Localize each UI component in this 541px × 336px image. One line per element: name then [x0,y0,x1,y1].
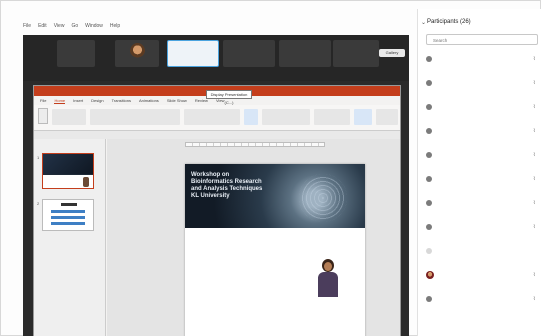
paste-icon[interactable] [38,108,48,124]
mic-icon[interactable]: ⌇ [533,56,535,62]
mic-icon[interactable]: ⌇ [533,80,535,86]
mic-icon[interactable]: ⌇ [533,272,535,278]
mic-icon[interactable]: ⌇ [533,104,535,110]
photo-body [318,272,338,297]
mic-icon[interactable]: ⌇ [533,200,535,206]
slide-thumbnail-1[interactable] [42,153,94,189]
font-group[interactable] [90,109,180,125]
thumbnail-bar [51,216,85,219]
avatar [426,248,432,254]
participant-row[interactable]: ⌇ [418,77,541,91]
tooltip: Display Presentation (C...) [206,90,252,105]
photo-face [324,262,332,271]
video-tile[interactable] [115,40,159,67]
participant-row[interactable]: ⌇ [418,149,541,163]
tab-insert[interactable]: Insert [73,98,83,103]
participant-row[interactable]: ⌇ [418,221,541,235]
tab-design[interactable]: Design [91,98,103,103]
participant-row[interactable]: ⌇ [418,197,541,211]
thumbnail-photo [83,177,89,187]
tab-file[interactable]: File [40,98,46,103]
convert-smartart-icon[interactable] [244,109,258,125]
search-box[interactable] [426,34,538,45]
avatar [426,176,432,182]
meeting-area: Gallery Display Presentation (C...) File… [23,35,409,336]
thumbnail-bar [51,210,85,213]
paragraph-group[interactable] [184,109,240,125]
search-input[interactable] [433,36,529,44]
slide-title: Workshop on Bioinformatics Research and … [191,172,263,199]
avatar [426,128,432,134]
tab-slide-show[interactable]: Slide Show [167,98,187,103]
participants-title: Participants (26) [427,19,471,25]
mic-icon[interactable]: ⌇ [533,296,535,302]
thumbnail-bar [51,222,85,225]
dictate-icon[interactable] [354,109,372,125]
participant-row[interactable]: ⌇ [418,101,541,115]
tab-home[interactable]: Home [54,98,66,104]
horizontal-ruler [185,142,325,147]
slides-group[interactable] [52,109,86,125]
slide-canvas: Workshop on Bioinformatics Research and … [107,139,400,336]
slide-number: 2 [37,201,40,206]
slide-thumbnail-pane: 1 2 [34,139,106,336]
slide-thumbnail-2[interactable] [42,199,94,231]
menu-edit[interactable]: Edit [38,23,47,29]
participant-row[interactable]: ⌇ [418,293,541,307]
avatar [426,224,432,230]
video-tile-active[interactable] [167,40,219,67]
participant-row[interactable]: ⌇ [418,269,541,283]
shared-powerpoint-window[interactable]: Display Presentation (C...) File Home In… [33,85,401,336]
view-toggle-button[interactable]: Gallery [379,49,405,57]
editing-group[interactable] [314,109,350,125]
ppt-ribbon [34,105,400,131]
video-tile[interactable] [279,40,331,67]
ruler-row [34,131,400,139]
avatar [426,56,432,62]
participant-row[interactable]: ⌇ [418,173,541,187]
video-tile[interactable] [333,40,379,67]
chevron-down-icon[interactable]: ⌄ [421,19,426,26]
tab-animations[interactable]: Animations [139,98,159,103]
slide-number: 1 [37,155,40,160]
drawing-group[interactable] [262,109,310,125]
avatar [426,152,432,158]
participant-row[interactable] [418,245,541,259]
video-tile-strip: Gallery [23,35,409,81]
avatar [426,200,432,206]
mic-icon[interactable]: ⌇ [533,176,535,182]
mic-icon[interactable]: ⌇ [533,128,535,134]
app-menu-bar: File Edit View Go Window Help [23,21,120,31]
presenter-photo [317,259,339,297]
mic-icon[interactable]: ⌇ [533,152,535,158]
zoom-window: File Edit View Go Window Help Gallery Di… [0,0,541,336]
designer-icon[interactable] [376,109,398,125]
menu-help[interactable]: Help [110,23,120,29]
participants-panel: ⌄ Participants (26) ⌇ ⌇ ⌇ ⌇ ⌇ ⌇ ⌇ ⌇ ⌇ ⌇ [417,9,541,336]
thumbnail-heading [61,203,77,206]
avatar [426,296,432,302]
avatar [130,43,145,60]
avatar [426,80,432,86]
menu-window[interactable]: Window [85,23,103,29]
tab-transitions[interactable]: Transitions [112,98,131,103]
video-tile[interactable] [57,40,95,67]
menu-go[interactable]: Go [71,23,78,29]
thumbnail-banner [43,154,93,174]
avatar [426,271,434,279]
video-tile[interactable] [223,40,275,67]
avatar [426,104,432,110]
mic-icon[interactable]: ⌇ [533,224,535,230]
participant-row[interactable]: ⌇ [418,53,541,67]
current-slide[interactable]: Workshop on Bioinformatics Research and … [185,164,365,336]
menu-file[interactable]: File [23,23,31,29]
slide-banner-image: Workshop on Bioinformatics Research and … [185,164,365,228]
menu-view[interactable]: View [54,23,65,29]
participant-row[interactable]: ⌇ [418,125,541,139]
